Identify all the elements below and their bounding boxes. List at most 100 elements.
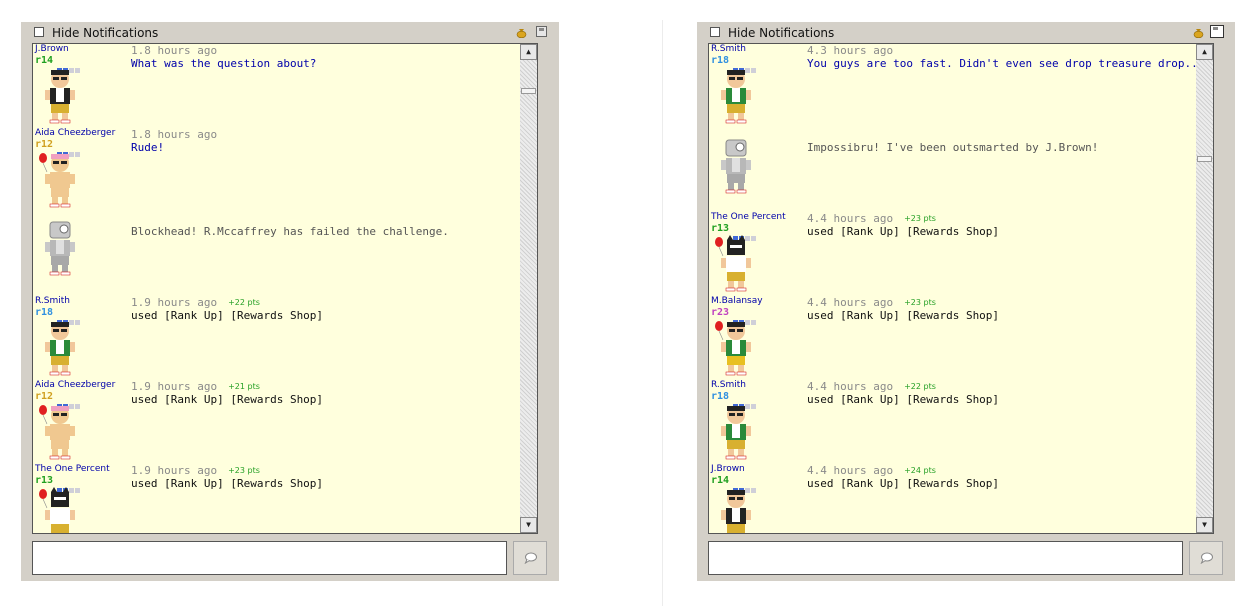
username-link[interactable]: J.Brown: [35, 44, 69, 54]
message-text: used [Rank Up] [Rewards Shop]: [131, 393, 324, 406]
chat-scrollbar[interactable]: ▲ ▼: [1196, 44, 1213, 533]
chat-message: Blockhead! R.Mccaffrey has failed the ch…: [33, 212, 521, 296]
rank-progress: [57, 394, 81, 409]
username-link[interactable]: M.Balansay: [711, 296, 763, 306]
avatar: [39, 487, 75, 533]
rank-label: r18: [711, 391, 730, 402]
message-text: What was the question about?: [131, 57, 317, 70]
message-time: 1.9 hours ago: [131, 380, 218, 393]
chat-input[interactable]: [708, 541, 1183, 575]
avatar: [715, 235, 751, 292]
scroll-thumb[interactable]: [1197, 156, 1212, 162]
message-time: 4.4 hours ago: [807, 212, 894, 225]
username-link[interactable]: R.Smith: [35, 296, 70, 306]
hide-notifications-checkbox[interactable]: [34, 27, 44, 37]
hide-notifications-checkbox[interactable]: [710, 27, 720, 37]
system-message-text: Blockhead! R.Mccaffrey has failed the ch…: [131, 225, 449, 238]
chat-toolbar: Hide Notifications: [21, 22, 559, 43]
money-bag-icon[interactable]: [516, 27, 527, 38]
chat-message: J.Brown r14 4.4 hours ago +24 pts used [Rank…: [709, 464, 1197, 533]
message-time: 1.9 hours ago: [131, 296, 218, 309]
points-badge: +24 pts: [904, 466, 936, 475]
scroll-down-button[interactable]: ▼: [1196, 517, 1213, 533]
chat-scrollbar[interactable]: ▲ ▼: [520, 44, 537, 533]
hide-notifications-label: Hide Notifications: [728, 26, 835, 40]
chat-log[interactable]: J.Brown r14 1.8 hours ago What was the ques…: [32, 43, 538, 534]
rank-label: r14: [711, 475, 730, 486]
points-badge: +23 pts: [904, 214, 936, 223]
avatar: [39, 153, 75, 208]
money-bag-icon[interactable]: [1193, 27, 1204, 38]
rank-label: r14: [35, 55, 54, 66]
username-link[interactable]: R.Smith: [711, 380, 746, 390]
message-time: 1.8 hours ago: [131, 44, 218, 57]
rank-progress: [733, 478, 757, 493]
message-text: used [Rank Up] [Rewards Shop]: [807, 225, 1000, 238]
username-link[interactable]: The One Percent: [711, 212, 786, 222]
points-badge: +21 pts: [228, 382, 260, 391]
rank-label: r12: [35, 139, 54, 150]
message-text: used [Rank Up] [Rewards Shop]: [807, 393, 1000, 406]
rank-progress: [57, 310, 81, 325]
chat-message: R.Smith r18 4.4 hours ago +22 pts used [Rank…: [709, 380, 1197, 464]
message-time: 1.9 hours ago: [131, 464, 218, 477]
username-link[interactable]: Aida Cheezberger: [35, 380, 115, 390]
chat-message: The One Percent r13 1.9 hours ago +23 pts us…: [33, 464, 521, 533]
chat-toolbar: Hide Notifications: [697, 22, 1235, 43]
scroll-down-button[interactable]: ▼: [520, 517, 537, 533]
message-text: used [Rank Up] [Rewards Shop]: [131, 309, 324, 322]
chat-message: Aida Cheezberger r12 1.9 hours ago +21 pts u…: [33, 380, 521, 464]
rank-progress: [733, 226, 757, 241]
avatar: [721, 406, 751, 460]
chat-message: M.Balansay r23 4.4 hours ago +23 pts used [R…: [709, 296, 1197, 380]
message-text: Rude!: [131, 141, 165, 154]
avatar: [721, 139, 751, 194]
message-text: used [Rank Up] [Rewards Shop]: [131, 477, 324, 490]
floppy-icon[interactable]: [536, 26, 547, 37]
message-text: used [Rank Up] [Rewards Shop]: [807, 309, 1000, 322]
rank-progress: [733, 310, 757, 325]
send-button[interactable]: [1189, 541, 1223, 575]
points-badge: +23 pts: [904, 298, 936, 307]
scroll-thumb[interactable]: [521, 88, 536, 94]
chat-input[interactable]: [32, 541, 507, 575]
rank-progress: [733, 394, 757, 409]
username-link[interactable]: Aida Cheezberger: [35, 128, 115, 138]
username-link[interactable]: The One Percent: [35, 464, 110, 474]
rank-label: r23: [711, 307, 730, 318]
panel-divider: [662, 20, 663, 606]
avatar: [45, 70, 75, 124]
message-time: 1.8 hours ago: [131, 128, 218, 141]
chat-message: J.Brown r14 1.8 hours ago What was the ques…: [33, 44, 521, 128]
rank-label: r12: [35, 391, 54, 402]
speech-bubble-icon: [524, 552, 537, 564]
avatar: [721, 490, 751, 533]
send-button[interactable]: [513, 541, 547, 575]
hide-notifications-label: Hide Notifications: [52, 26, 159, 40]
rank-label: r13: [35, 475, 54, 486]
rank-progress: [57, 478, 81, 493]
avatar: [39, 405, 75, 460]
scroll-up-button[interactable]: ▲: [1196, 44, 1213, 60]
username-link[interactable]: J.Brown: [711, 464, 745, 474]
chat-log[interactable]: R.Smith r18 4.3 hours ago You guys are too …: [708, 43, 1214, 534]
scroll-up-button[interactable]: ▲: [520, 44, 537, 60]
chat-message: The One Percent r13 4.4 hours ago +23 pts us…: [709, 212, 1197, 296]
points-badge: +23 pts: [228, 466, 260, 475]
system-message-text: Impossibru! I've been outsmarted by J.Br…: [807, 141, 1099, 154]
message-time: 4.4 hours ago: [807, 380, 894, 393]
message-text: used [Rank Up] [Rewards Shop]: [807, 477, 1000, 490]
chat-message: R.Smith r18 1.9 hours ago +22 pts used [Rank…: [33, 296, 521, 380]
rank-label: r13: [711, 223, 730, 234]
rank-label: r18: [35, 307, 54, 318]
message-time: 4.4 hours ago: [807, 296, 894, 309]
avatar: [715, 321, 751, 376]
points-badge: +22 pts: [904, 382, 936, 391]
chat-message: Impossibru! I've been outsmarted by J.Br…: [709, 44, 1197, 212]
speech-bubble-icon: [1200, 552, 1213, 564]
rank-progress: [57, 58, 81, 73]
chat-panel-left: Hide Notifications J.Brown r14 1.8 hours a…: [21, 22, 559, 581]
message-time: 4.4 hours ago: [807, 464, 894, 477]
avatar: [45, 221, 75, 276]
floppy-icon[interactable]: [1210, 25, 1224, 38]
